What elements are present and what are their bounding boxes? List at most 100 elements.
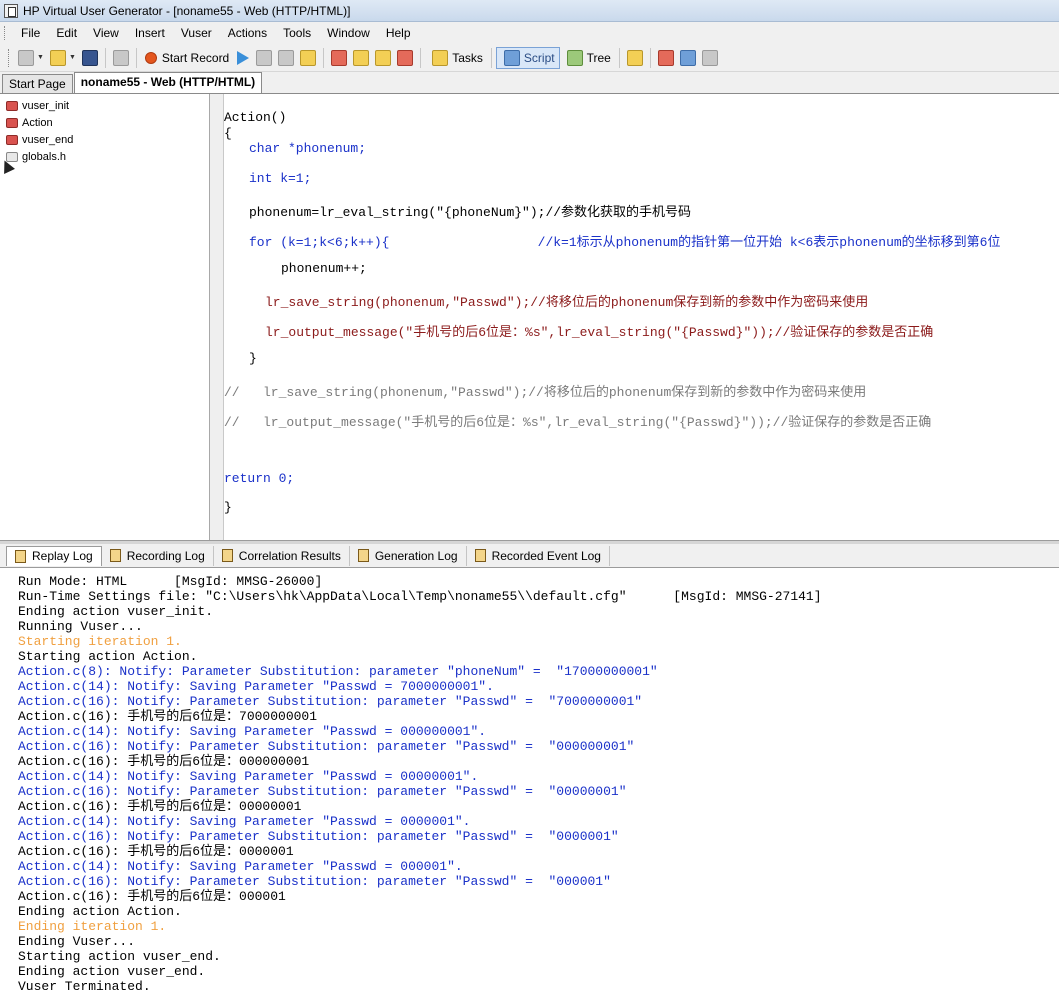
script-view-button[interactable]: Script (495, 46, 560, 69)
toolbar-separator (104, 47, 106, 68)
new-dropdown-icon[interactable]: ▼ (37, 54, 44, 61)
next-bookmark-icon[interactable] (375, 49, 392, 66)
record-icon (144, 51, 157, 64)
tab-recorded-event-log[interactable]: Recorded Event Log (467, 545, 610, 566)
replay-log-icon (15, 549, 26, 563)
tab-label: Generation Log (374, 548, 458, 563)
window-title: HP Virtual User Generator - [noname55 - … (23, 3, 351, 18)
new-script-icon[interactable] (18, 49, 34, 66)
runtime-settings-icon[interactable] (657, 49, 674, 66)
log-line: Action.c(16): 手机号的后6位是：000001 (18, 889, 286, 904)
menu-insert[interactable]: Insert (127, 22, 173, 44)
document-tabs: Start Page noname55 - Web (HTTP/HTML) (0, 72, 1059, 94)
tab-replay-log[interactable]: Replay Log (6, 545, 102, 566)
menu-help[interactable]: Help (378, 22, 419, 44)
action-icon (6, 117, 18, 128)
code-line: Action() (224, 110, 287, 125)
recorded-event-log-icon (474, 549, 486, 562)
log-line: Starting action Action. (18, 649, 198, 664)
menu-view[interactable]: View (85, 22, 127, 44)
script-icon (503, 49, 520, 66)
menu-actions[interactable]: Actions (220, 22, 275, 44)
code-line: for (k=1;k<6;k++){ //k=1标示从phonenum的指针第一… (249, 235, 1001, 250)
find-icon[interactable] (112, 49, 129, 66)
log-line: Ending Vuser... (18, 934, 136, 949)
pane-splitter[interactable] (210, 94, 224, 540)
open-folder-icon[interactable] (49, 49, 66, 66)
log-line: Ending action vuser_end. (18, 964, 206, 979)
general-options-icon[interactable] (679, 49, 696, 66)
stop-icon[interactable] (256, 49, 273, 66)
menu-file[interactable]: File (13, 22, 48, 44)
code-line: phonenum++; (281, 261, 367, 276)
breakpoint-icon[interactable] (331, 49, 348, 66)
log-line: Ending action Action. (18, 904, 182, 919)
menu-tools[interactable]: Tools (275, 22, 319, 44)
code-line: // lr_output_message("手机号的后6位是：%s",lr_ev… (224, 415, 932, 430)
menu-edit[interactable]: Edit (48, 22, 85, 44)
menu-vuser[interactable]: Vuser (173, 22, 220, 44)
output-window-icon[interactable] (626, 49, 643, 66)
toolbar-grip[interactable] (8, 48, 11, 67)
tree-item-label: vuser_init (22, 99, 70, 112)
log-line: Action.c(8): Notify: Parameter Substitut… (18, 664, 658, 679)
menu-window[interactable]: Window (319, 22, 378, 44)
tab-recording-log[interactable]: Recording Log (102, 545, 214, 566)
bookmark-icon[interactable] (353, 49, 370, 66)
action-icon (6, 100, 18, 111)
tree-label: Tree (586, 50, 611, 65)
tree-item-globals[interactable]: globals.h (0, 148, 209, 165)
tasks-button[interactable]: Tasks (425, 47, 487, 69)
run-icon[interactable] (237, 50, 250, 65)
tree-item-label: vuser_end (22, 133, 74, 146)
pause-icon[interactable] (278, 49, 295, 66)
clear-bookmarks-icon[interactable] (397, 49, 414, 66)
recording-log-icon (109, 549, 121, 562)
toolbar-separator (135, 47, 137, 68)
tree-item-label: globals.h (22, 150, 67, 163)
log-line: Vuser Terminated. (18, 979, 151, 994)
log-line: Ending iteration 1. (18, 919, 167, 934)
code-line: } (224, 500, 232, 515)
tree-view-button[interactable]: Tree (560, 47, 615, 69)
save-icon[interactable] (81, 49, 98, 66)
log-line: Action.c(14): Notify: Saving Parameter "… (18, 724, 487, 739)
code-editor[interactable]: Action() { char *phonenum; int k=1; phon… (224, 94, 1059, 540)
tab-generation-log[interactable]: Generation Log (350, 545, 467, 566)
tree-item-action[interactable]: Action (0, 114, 209, 131)
tab-noname55[interactable]: noname55 - Web (HTTP/HTML) (73, 72, 263, 93)
parameter-list-icon[interactable] (701, 49, 718, 66)
log-line: Action.c(16): Notify: Parameter Substitu… (18, 829, 619, 844)
step-icon[interactable] (300, 49, 317, 66)
tree-item-vuser-end[interactable]: vuser_end (0, 131, 209, 148)
menu-bar: File Edit View Insert Vuser Actions Tool… (0, 22, 1059, 44)
log-line: Action.c(14): Notify: Saving Parameter "… (18, 769, 479, 784)
log-line: Action.c(14): Notify: Saving Parameter "… (18, 814, 471, 829)
tab-label: Recording Log (126, 548, 205, 563)
log-line: Starting action vuser_end. (18, 949, 221, 964)
toolbar: ▼ ▼ Start Record Tasks Script Tree (0, 44, 1059, 72)
toolbar-separator (323, 47, 325, 68)
tree-item-vuser-init[interactable]: vuser_init (0, 97, 209, 114)
tab-start-page[interactable]: Start Page (2, 74, 73, 93)
correlation-results-icon (221, 549, 233, 562)
replay-log-output[interactable]: Run Mode: HTML [MsgId: MMSG-26000] Run-Ti… (0, 568, 1059, 1000)
output-tabs: Replay Log Recording Log Correlation Res… (0, 544, 1059, 568)
code-line: lr_save_string(phonenum,"Passwd");//将移位后… (265, 295, 869, 310)
tab-label: Correlation Results (238, 548, 341, 563)
start-record-button[interactable]: Start Record (141, 47, 233, 69)
tab-correlation-results[interactable]: Correlation Results (214, 545, 350, 566)
action-tree: vuser_init Action vuser_end globals.h (0, 94, 210, 540)
log-line: Starting iteration 1. (18, 634, 182, 649)
app-icon (4, 3, 18, 18)
open-dropdown-icon[interactable]: ▼ (69, 54, 76, 61)
log-line: Action.c(16): 手机号的后6位是：7000000001 (18, 709, 318, 724)
menu-grip[interactable] (4, 26, 7, 40)
code-line: // lr_save_string(phonenum,"Passwd");//将… (224, 385, 867, 400)
log-line: Run-Time Settings file: "C:\Users\hk\App… (18, 589, 822, 604)
toolbar-separator (649, 47, 651, 68)
log-line: Running Vuser... (18, 619, 143, 634)
action-icon (6, 134, 18, 145)
tasks-label: Tasks (452, 50, 483, 65)
log-line: Action.c(14): Notify: Saving Parameter "… (18, 859, 463, 874)
